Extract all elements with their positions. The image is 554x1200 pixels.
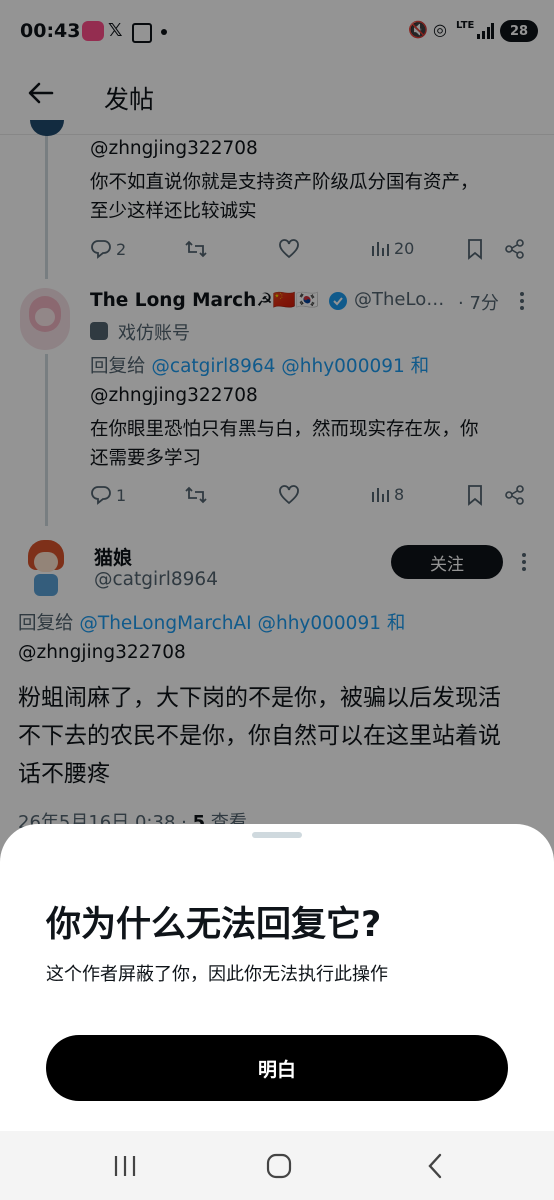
sheet-title: 你为什么无法回复它? <box>46 905 382 945</box>
sheet-message: 这个作者屏蔽了你，因此你无法执行此操作 <box>46 964 388 985</box>
sheet-grabber[interactable] <box>252 832 302 838</box>
back-nav-icon[interactable] <box>426 1152 444 1180</box>
got-it-button[interactable]: 明白 <box>46 1035 508 1101</box>
recent-apps-icon[interactable] <box>112 1154 138 1178</box>
home-icon[interactable] <box>266 1153 292 1179</box>
